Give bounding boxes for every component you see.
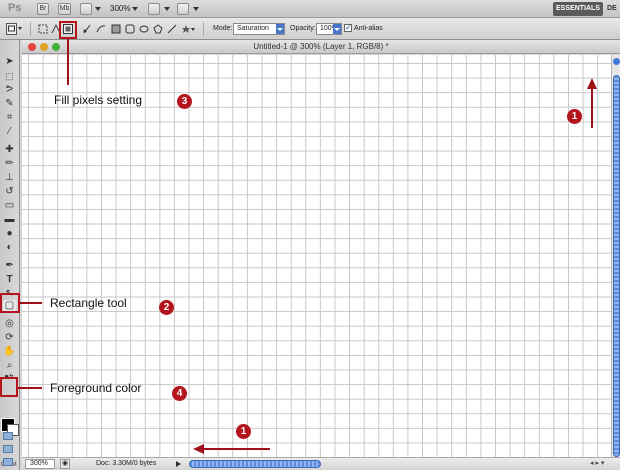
arrange-documents-button[interactable] <box>148 3 160 15</box>
chevron-down-icon[interactable] <box>193 7 199 11</box>
type-tool-icon[interactable]: T <box>3 274 16 286</box>
folder-icon[interactable] <box>3 432 13 440</box>
callout-badge-1-horizontal: 1 <box>236 424 251 439</box>
chevron-down-icon <box>276 24 284 34</box>
foreground-color-callout-label: Foreground color <box>50 381 142 395</box>
rectangle-tool-callout-label: Rectangle tool <box>50 296 127 310</box>
pen-tool-icon[interactable] <box>82 24 92 34</box>
3d-rotate-tool-icon[interactable]: ◎ <box>3 318 16 330</box>
scroll-arrows-icon[interactable]: ◂ ▸ ▾ <box>590 459 604 469</box>
dodge-tool-icon[interactable]: ◐ <box>3 242 16 254</box>
opacity-label: Opacity: <box>290 25 316 32</box>
zoom-level-dropdown[interactable]: 300% <box>110 3 130 15</box>
document-size-info: Doc: 3.30M/0 bytes <box>96 460 157 467</box>
ellipse-icon[interactable] <box>139 24 149 34</box>
zoom-tool-icon[interactable]: ⌕ <box>3 360 16 372</box>
opacity-input[interactable]: 100% <box>316 23 342 35</box>
document-titlebar[interactable]: Untitled-1 @ 300% (Layer 1, RGB/8) * <box>22 40 620 54</box>
separator <box>30 22 31 36</box>
vertical-scrollbar[interactable] <box>611 55 620 457</box>
callout-badge-2: 2 <box>159 300 174 315</box>
pen-tool-icon[interactable]: ✒ <box>3 260 16 272</box>
blend-mode-value: Saturation <box>237 25 269 32</box>
tool-preset-picker-icon[interactable] <box>6 23 22 35</box>
vertical-scroll-thumb[interactable] <box>613 75 620 457</box>
history-brush-icon[interactable]: ↺ <box>3 186 16 198</box>
quick-selection-tool-icon[interactable]: ✎ <box>3 98 16 110</box>
screen-mode-button[interactable] <box>177 3 189 15</box>
gradient-tool-icon[interactable]: ▬ <box>3 214 16 226</box>
rectangle-shape-icon[interactable] <box>111 24 121 34</box>
callout-line <box>18 387 42 389</box>
antialias-checkbox[interactable]: ✓ <box>344 24 352 32</box>
move-tool-icon[interactable]: ➤ <box>3 56 16 68</box>
application-bar: Ps Br Mb 300% ESSENTIALS DE <box>0 0 620 18</box>
foreground-color-highlight <box>0 377 18 397</box>
freeform-pen-icon[interactable] <box>96 24 106 34</box>
chevron-down-icon[interactable] <box>132 7 138 11</box>
status-menu-arrow-icon[interactable] <box>176 461 181 467</box>
separator <box>203 22 204 36</box>
hand-tool-icon[interactable]: ✋ <box>3 346 16 358</box>
3d-orbit-tool-icon[interactable]: ⟳ <box>3 332 16 344</box>
document-canvas[interactable] <box>22 55 611 457</box>
blur-tool-icon[interactable]: ● <box>3 228 16 240</box>
custom-shape-icon[interactable] <box>181 24 195 34</box>
status-info-icon[interactable]: ◉ <box>60 459 70 469</box>
rounded-rectangle-icon[interactable] <box>125 24 135 34</box>
scroll-up-icon[interactable] <box>613 58 620 65</box>
blend-mode-select[interactable]: Saturation <box>233 23 285 35</box>
brush-tool-icon[interactable]: ✏ <box>3 158 16 170</box>
callout-line <box>67 39 69 85</box>
callout-badge-4: 4 <box>172 386 187 401</box>
line-icon[interactable] <box>167 24 177 34</box>
chevron-down-icon <box>333 24 341 34</box>
folder-icon[interactable] <box>3 458 13 466</box>
rectangle-tool-highlight <box>0 293 20 313</box>
horizontal-scroll-thumb[interactable] <box>189 460 321 468</box>
callout-badge-1-vertical: 1 <box>567 109 582 124</box>
mode-label: Mode: <box>213 25 233 32</box>
arrow-shaft <box>591 88 593 128</box>
photoshop-logo: Ps <box>8 2 22 14</box>
eraser-tool-icon[interactable]: ▭ <box>3 200 16 212</box>
launch-bridge-button[interactable]: Br <box>37 3 49 15</box>
workspace-essentials-button[interactable]: ESSENTIALS <box>553 2 603 16</box>
polygon-icon[interactable] <box>153 24 163 34</box>
chevron-down-icon[interactable] <box>95 7 101 11</box>
folder-icon[interactable] <box>3 445 13 453</box>
clone-stamp-icon[interactable]: ⊥ <box>3 172 16 184</box>
launch-minibridge-button[interactable]: Mb <box>58 3 71 15</box>
view-extras-button[interactable] <box>80 3 92 15</box>
crop-tool-icon[interactable]: ⌗ <box>3 112 16 124</box>
shape-layers-icon[interactable] <box>38 24 48 34</box>
eyedropper-tool-icon[interactable]: ⁄ <box>3 126 16 138</box>
fill-pixels-callout-label: Fill pixels setting <box>54 93 143 107</box>
lasso-tool-icon[interactable]: ᕗ <box>3 84 16 96</box>
callout-badge-3: 3 <box>177 94 192 109</box>
chevron-down-icon[interactable] <box>164 7 170 11</box>
workspace-design-button[interactable]: DE <box>607 2 617 16</box>
options-bar: Mode: Saturation Opacity: 100% ✓ Anti-al… <box>0 18 620 40</box>
status-bar: 300% ◉ Doc: 3.30M/0 bytes ◂ ▸ ▾ <box>22 457 620 470</box>
document-title: Untitled-1 @ 300% (Layer 1, RGB/8) * <box>253 42 389 51</box>
tools-panel: ➤ ⬚ ᕗ ✎ ⌗ ⁄ ✚ ✏ ⊥ ↺ ▭ ▬ ● ◐ ✒ T ↖ ▢ ◎ ⟳ … <box>0 40 20 470</box>
marquee-tool-icon[interactable]: ⬚ <box>3 70 16 82</box>
antialias-label: Anti-alias <box>354 25 383 32</box>
fill-pixels-highlight <box>59 21 77 39</box>
callout-line <box>20 302 42 304</box>
healing-brush-icon[interactable]: ✚ <box>3 144 16 156</box>
arrow-shaft <box>203 448 270 450</box>
status-zoom-input[interactable]: 300% <box>25 459 55 469</box>
